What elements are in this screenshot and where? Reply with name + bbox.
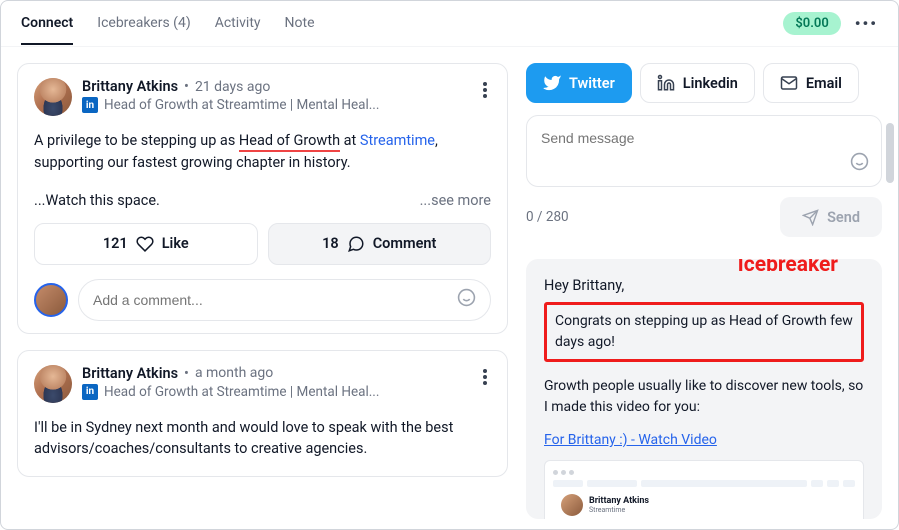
tab-activity[interactable]: Activity — [215, 3, 261, 45]
balance-pill[interactable]: $0.00 — [783, 12, 840, 35]
comment-input-box[interactable] — [78, 279, 491, 321]
message-preview: Icebreaker Hey Brittany, Congrats on ste… — [526, 259, 882, 519]
channel-tabs: Twitter Linkedin Email — [526, 63, 882, 103]
channel-email[interactable]: Email — [763, 63, 859, 103]
video-thumbnail[interactable]: Brittany Atkins Streamtime — [544, 460, 864, 519]
more-menu-button[interactable]: ••• — [855, 14, 878, 33]
message-box[interactable] — [526, 115, 882, 187]
post-body-extra: ...Watch this space. — [34, 192, 160, 209]
post-subtitle: Head of Growth at Streamtime | Mental He… — [104, 97, 379, 113]
video-link[interactable]: For Brittany :) - Watch Video — [544, 432, 717, 448]
message-input[interactable] — [541, 130, 867, 146]
see-more-button[interactable]: ...see more — [420, 192, 491, 209]
scrollbar-thumb[interactable] — [886, 123, 894, 183]
highlight: Head of Growth — [239, 132, 340, 152]
post-time: a month ago — [195, 365, 273, 381]
tab-icebreakers[interactable]: Icebreakers (4) — [97, 3, 190, 45]
post-company-link[interactable]: Streamtime — [360, 132, 435, 149]
comment-button[interactable]: 18 Comment — [268, 223, 492, 265]
char-count: 0 / 280 — [526, 209, 569, 225]
comment-icon — [347, 235, 365, 253]
post-time: 21 days ago — [195, 79, 270, 95]
post-card: Brittany Atkins • 21 days ago in Head of… — [17, 63, 508, 334]
avatar[interactable] — [34, 365, 72, 403]
send-icon — [802, 209, 819, 226]
twitter-icon — [543, 74, 561, 92]
top-bar: Connect Icebreakers (4) Activity Note $0… — [1, 1, 898, 47]
thumbnail-name: Brittany Atkins — [589, 496, 649, 506]
post-author[interactable]: Brittany Atkins — [82, 78, 178, 95]
post-body: I'll be in Sydney next month and would l… — [34, 417, 491, 461]
feed-column: Brittany Atkins • 21 days ago in Head of… — [1, 47, 518, 529]
send-button[interactable]: Send — [780, 197, 882, 237]
linkedin-icon — [657, 74, 675, 92]
post-subtitle: Head of Growth at Streamtime | Mental He… — [104, 384, 379, 400]
tab-connect[interactable]: Connect — [21, 3, 73, 45]
post-menu-button[interactable] — [479, 365, 491, 389]
channel-twitter[interactable]: Twitter — [526, 63, 632, 103]
like-button[interactable]: 121 Like — [34, 223, 258, 265]
emoji-icon[interactable] — [850, 152, 869, 176]
post-body: A privilege to be stepping up as Head of… — [34, 130, 491, 174]
thumbnail-subtitle: Streamtime — [589, 506, 649, 514]
email-icon — [780, 74, 798, 92]
preview-body: Growth people usually like to discover n… — [544, 376, 864, 418]
channel-linkedin[interactable]: Linkedin — [640, 63, 755, 103]
thumbnail-avatar — [561, 494, 583, 516]
linkedin-badge-icon: in — [82, 97, 98, 113]
preview-greeting: Hey Brittany, — [544, 277, 864, 294]
emoji-icon[interactable] — [457, 288, 476, 312]
icebreaker-highlight: Congrats on stepping up as Head of Growt… — [544, 302, 864, 362]
comment-input[interactable] — [93, 292, 457, 308]
main-tabs: Connect Icebreakers (4) Activity Note — [21, 3, 315, 45]
avatar[interactable] — [34, 78, 72, 116]
icebreaker-label: Icebreaker — [738, 259, 838, 277]
compose-column: Twitter Linkedin Email 0 / 280 Send — [518, 47, 898, 529]
user-avatar[interactable] — [34, 283, 68, 317]
post-card: Brittany Atkins • a month ago in Head of… — [17, 350, 508, 478]
linkedin-badge-icon: in — [82, 384, 98, 400]
post-author[interactable]: Brittany Atkins — [82, 365, 178, 382]
post-menu-button[interactable] — [479, 78, 491, 102]
tab-note[interactable]: Note — [285, 3, 315, 45]
heart-icon — [136, 235, 154, 253]
